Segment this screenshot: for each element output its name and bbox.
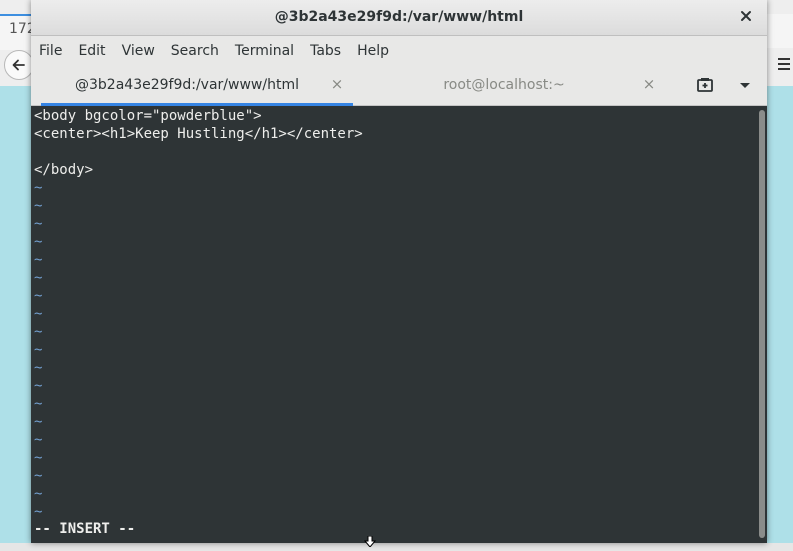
tab-inactive-container[interactable]: root@localhost:~ ×: [353, 65, 665, 106]
vim-empty-line-marker: ~: [34, 324, 43, 340]
menu-help[interactable]: Help: [351, 43, 395, 59]
tabs-menu-button[interactable]: [735, 75, 755, 95]
tab-close-button[interactable]: ×: [641, 75, 657, 93]
window-title: @3b2a43e29f9d:/var/www/html: [274, 9, 524, 25]
menu-terminal[interactable]: Terminal: [229, 43, 300, 59]
tab-active-container[interactable]: @3b2a43e29f9d:/var/www/html ×: [41, 65, 353, 106]
vim-empty-line-marker: ~: [34, 486, 43, 502]
tab-close-button[interactable]: ×: [329, 75, 345, 93]
editor-line: </body>: [34, 162, 94, 178]
vim-mode-status: -- INSERT --: [34, 521, 136, 537]
background-menu-button[interactable]: [778, 56, 790, 75]
mouse-cursor-icon: [363, 532, 377, 548]
vim-empty-line-marker: ~: [34, 468, 43, 484]
vim-empty-line-marker: ~: [34, 252, 43, 268]
editor-line: <body bgcolor="powderblue">: [34, 108, 262, 124]
vim-empty-line-marker: ~: [34, 270, 43, 286]
terminal-scrollbar[interactable]: [757, 106, 767, 543]
vim-empty-line-marker: ~: [34, 180, 43, 196]
vim-empty-line-marker: ~: [34, 504, 43, 520]
vim-empty-line-marker: ~: [34, 360, 43, 376]
vim-empty-line-marker: ~: [34, 216, 43, 232]
title-bar[interactable]: @3b2a43e29f9d:/var/www/html: [31, 0, 767, 36]
vim-empty-line-marker: ~: [34, 432, 43, 448]
tab-label: root@localhost:~: [443, 77, 565, 93]
scrollbar-thumb[interactable]: [759, 110, 765, 538]
background-back-button[interactable]: [4, 50, 34, 80]
vim-empty-line-marker: ~: [34, 396, 43, 412]
vim-empty-line-marker: ~: [34, 378, 43, 394]
terminal-window: @3b2a43e29f9d:/var/www/html File Edit Vi…: [31, 0, 767, 543]
menu-edit[interactable]: Edit: [72, 43, 111, 59]
menu-file[interactable]: File: [33, 43, 68, 59]
menu-search[interactable]: Search: [165, 43, 225, 59]
arrow-left-icon: [12, 59, 25, 71]
close-button[interactable]: [737, 8, 755, 26]
editor-line: <center><h1>Keep Hustling</h1></center>: [34, 126, 363, 142]
vim-empty-line-marker: ~: [34, 306, 43, 322]
tab-label: @3b2a43e29f9d:/var/www/html: [75, 77, 299, 93]
menu-bar: File Edit View Search Terminal Tabs Help: [31, 36, 767, 65]
menu-view[interactable]: View: [116, 43, 161, 59]
vim-empty-line-marker: ~: [34, 414, 43, 430]
menu-tabs[interactable]: Tabs: [304, 43, 347, 59]
vim-empty-line-marker: ~: [34, 288, 43, 304]
close-icon: [741, 11, 751, 21]
tab-bar: @3b2a43e29f9d:/var/www/html × root@local…: [31, 65, 767, 106]
chevron-down-icon: [740, 83, 750, 88]
terminal-content[interactable]: <body bgcolor="powderblue"> <center><h1>…: [31, 106, 755, 543]
hamburger-menu-icon: [778, 58, 790, 70]
background-toolbar-right: [767, 14, 793, 48]
new-tab-button[interactable]: [695, 75, 715, 95]
new-tab-icon: [697, 78, 713, 92]
vim-empty-line-marker: ~: [34, 450, 43, 466]
vim-empty-line-marker: ~: [34, 234, 43, 250]
vim-empty-line-marker: ~: [34, 198, 43, 214]
vim-empty-line-marker: ~: [34, 342, 43, 358]
